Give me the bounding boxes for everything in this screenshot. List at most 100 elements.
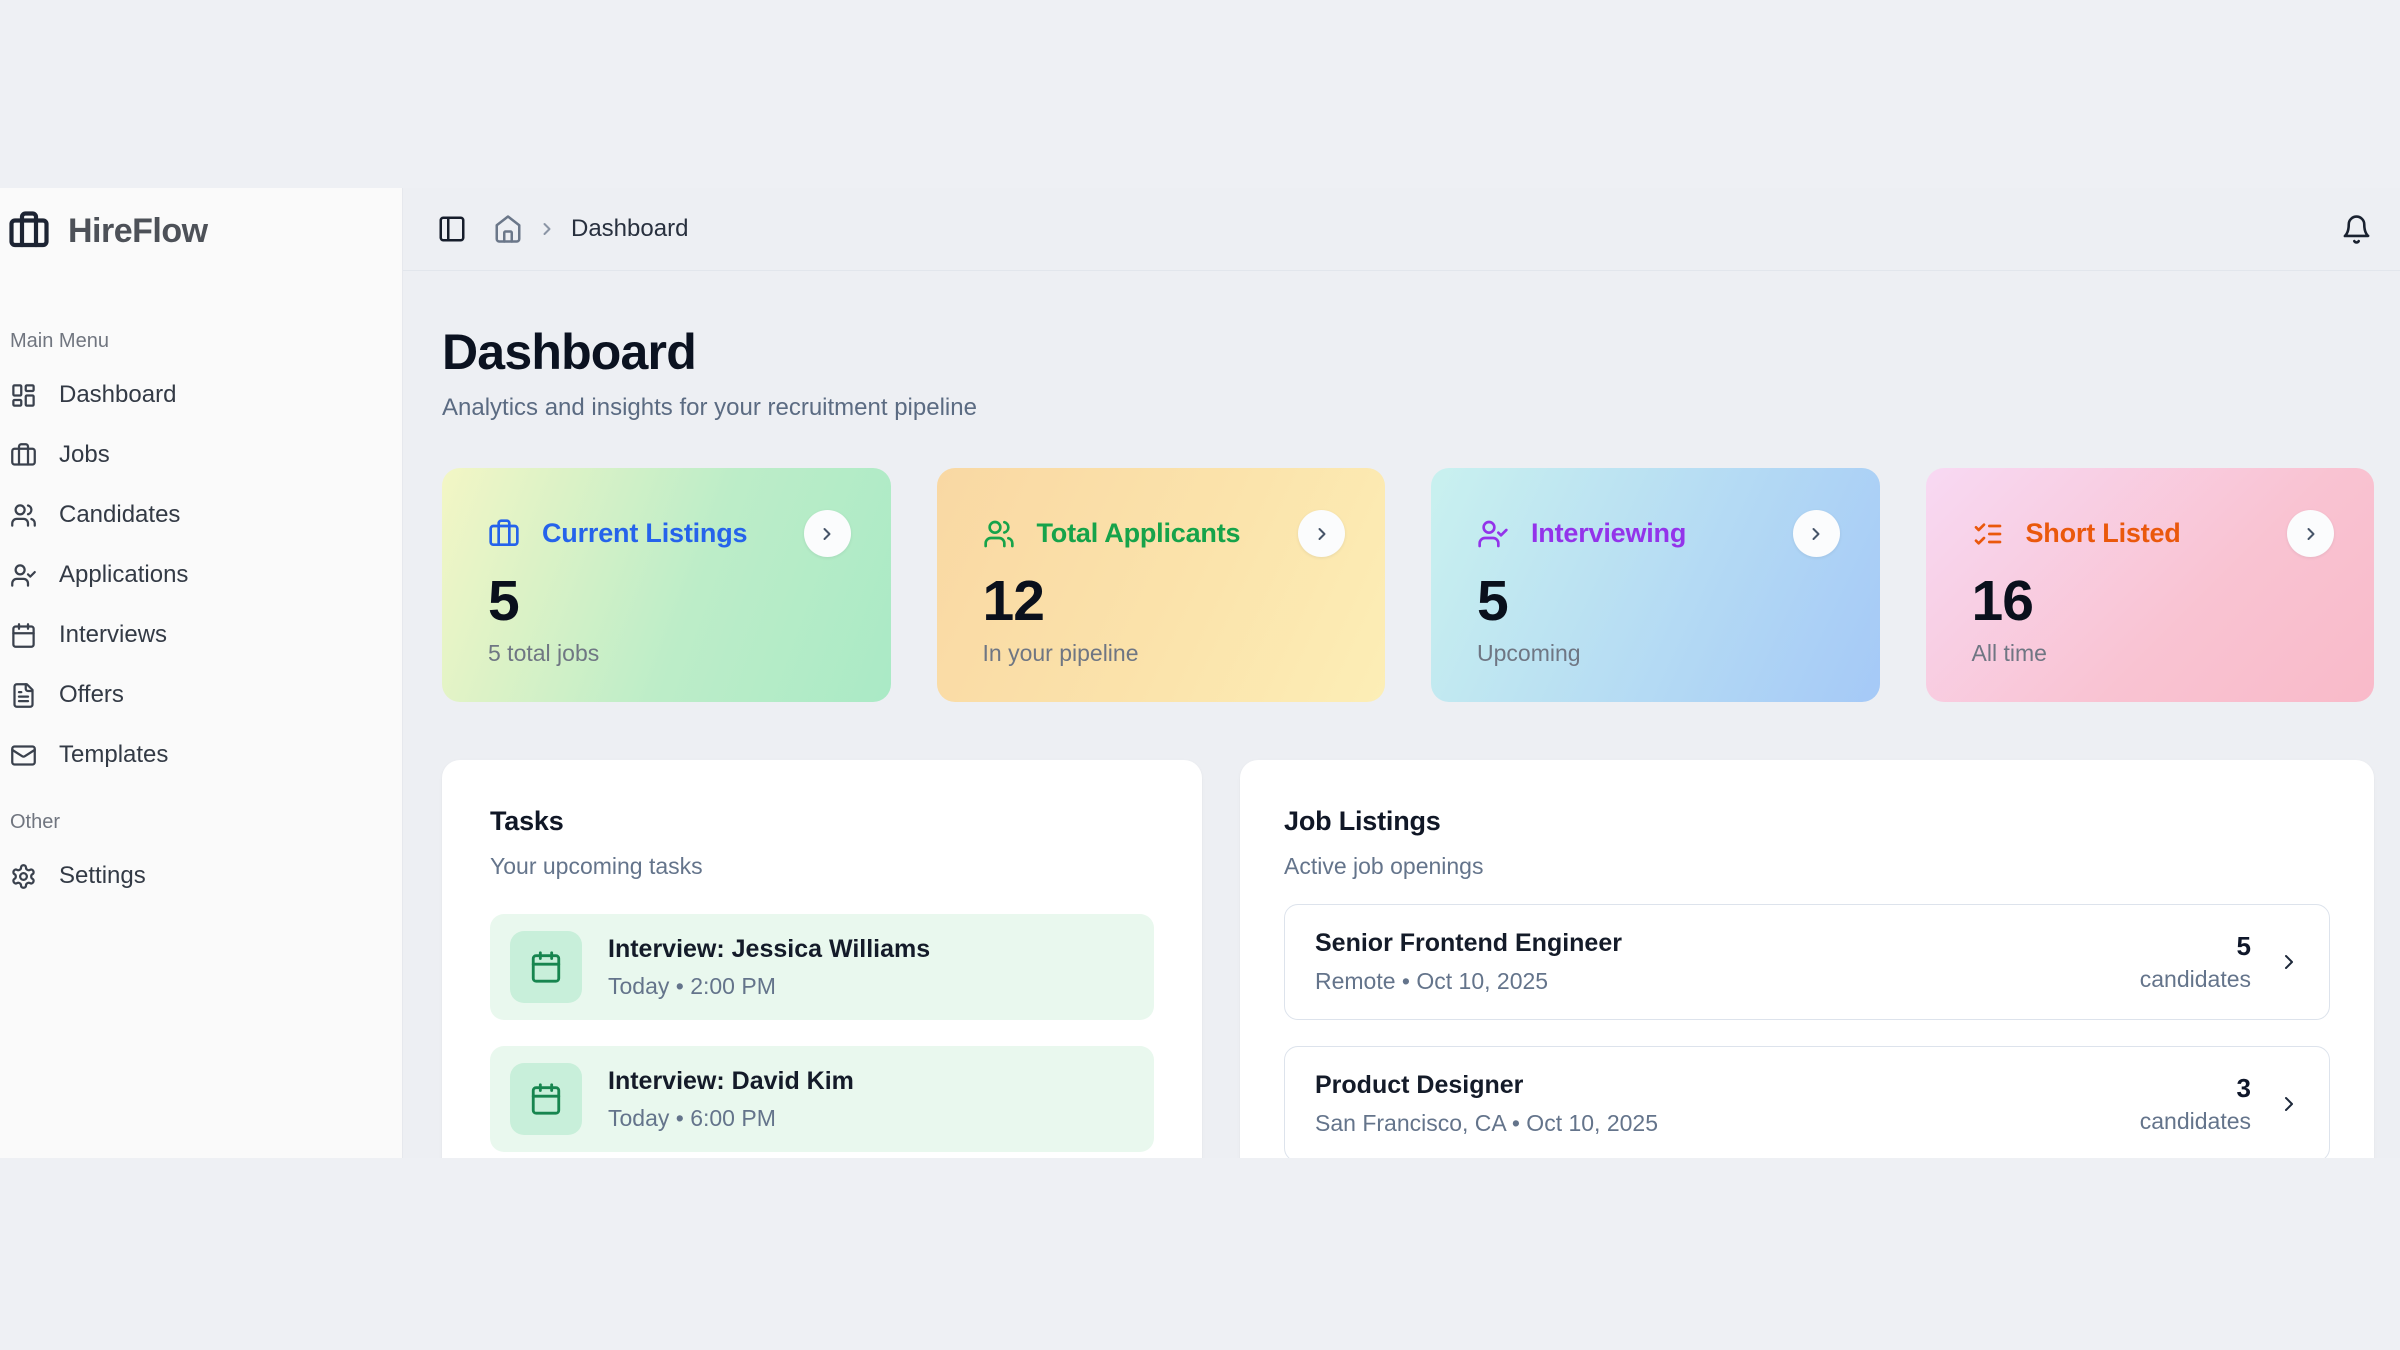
sidebar-item-label: Templates (59, 741, 168, 769)
stat-arrow-button[interactable] (1793, 510, 1840, 557)
job-row[interactable]: Senior Frontend Engineer Remote • Oct 10… (1284, 904, 2330, 1020)
users-icon (983, 518, 1015, 550)
stat-label: Short Listed (2026, 518, 2181, 549)
stat-card-total-applicants[interactable]: Total Applicants 12 In your pipeline (937, 468, 1386, 702)
stat-caption: In your pipeline (983, 639, 1346, 667)
breadcrumb-separator (537, 219, 557, 239)
job-listings-card: Job Listings Active job openings Senior … (1240, 760, 2374, 1158)
job-listings-subtitle: Active job openings (1284, 853, 2330, 880)
chevron-right-icon (537, 219, 557, 239)
job-list: Senior Frontend Engineer Remote • Oct 10… (1284, 904, 2330, 1158)
breadcrumb[interactable]: Dashboard (571, 215, 688, 243)
job-row-right: 3 candidates (2140, 1073, 2301, 1135)
task-list: Interview: Jessica Williams Today • 2:00… (490, 914, 1154, 1152)
page-content: Dashboard Analytics and insights for you… (403, 271, 2400, 1158)
calendar-icon (529, 950, 563, 984)
task-icon-box (510, 931, 582, 1003)
tasks-subtitle: Your upcoming tasks (490, 853, 1154, 880)
task-title: Interview: David Kim (608, 1067, 854, 1096)
sidebar-item-dashboard[interactable]: Dashboard (8, 365, 388, 425)
stat-caption: All time (1972, 639, 2335, 667)
stat-card-header: Short Listed (1972, 510, 2335, 557)
task-time: Today • 2:00 PM (608, 973, 930, 1000)
sidebar-item-label: Dashboard (59, 381, 176, 409)
file-text-icon (10, 682, 37, 709)
tasks-title: Tasks (490, 806, 1154, 837)
chevron-right-icon (2277, 1092, 2301, 1116)
users-icon (10, 502, 37, 529)
stat-arrow-button[interactable] (804, 510, 851, 557)
layout-dashboard-icon (10, 382, 37, 409)
stat-value: 16 (1972, 571, 2335, 631)
breadcrumb-home-link[interactable] (493, 214, 523, 244)
task-item[interactable]: Interview: David Kim Today • 6:00 PM (490, 1046, 1154, 1152)
stat-card-current-listings[interactable]: Current Listings 5 5 total jobs (442, 468, 891, 702)
sidebar-item-label: Offers (59, 681, 124, 709)
job-open-button[interactable] (2277, 950, 2301, 974)
app-window: HireFlow Main Menu Dashboard Jobs Candid… (0, 188, 2400, 1158)
stat-label: Total Applicants (1037, 518, 1241, 549)
list-checks-icon (1972, 518, 2004, 550)
job-title: Product Designer (1315, 1071, 1658, 1100)
sidebar-item-label: Settings (59, 862, 146, 890)
brand-name: HireFlow (68, 212, 208, 251)
stats-row: Current Listings 5 5 total jobs Total Ap… (442, 468, 2374, 702)
sidebar-item-settings[interactable]: Settings (8, 846, 388, 906)
panel-left-icon (437, 214, 467, 244)
stat-value: 12 (983, 571, 1346, 631)
stat-card-interviewing[interactable]: Interviewing 5 Upcoming (1431, 468, 1880, 702)
calendar-icon (10, 622, 37, 649)
chevron-right-icon (817, 524, 837, 544)
job-candidates: 3 candidates (2140, 1073, 2251, 1135)
job-open-button[interactable] (2277, 1092, 2301, 1116)
sidebar: HireFlow Main Menu Dashboard Jobs Candid… (0, 188, 403, 1158)
stat-arrow-button[interactable] (2287, 510, 2334, 557)
sidebar-toggle-button[interactable] (437, 214, 467, 244)
task-time: Today • 6:00 PM (608, 1105, 854, 1132)
sidebar-item-label: Interviews (59, 621, 167, 649)
notifications-button[interactable] (2341, 214, 2372, 245)
tasks-card: Tasks Your upcoming tasks Interview: Jes… (442, 760, 1202, 1158)
brand-logo: HireFlow (8, 208, 388, 254)
job-candidates: 5 candidates (2140, 931, 2251, 993)
sidebar-item-jobs[interactable]: Jobs (8, 425, 388, 485)
sidebar-item-templates[interactable]: Templates (8, 725, 388, 785)
job-title: Senior Frontend Engineer (1315, 929, 1622, 958)
stat-value: 5 (1477, 571, 1840, 631)
job-candidate-count: 3 (2140, 1073, 2251, 1104)
job-meta: San Francisco, CA • Oct 10, 2025 (1315, 1110, 1658, 1137)
user-check-icon (10, 562, 37, 589)
stat-card-short-listed[interactable]: Short Listed 16 All time (1926, 468, 2375, 702)
user-check-icon (1477, 518, 1509, 550)
nav-section-label: Main Menu (8, 330, 388, 353)
briefcase-icon (8, 210, 50, 252)
other-menu: Settings (8, 846, 388, 906)
gear-icon (10, 863, 37, 890)
task-item[interactable]: Interview: Jessica Williams Today • 2:00… (490, 914, 1154, 1020)
mail-icon (10, 742, 37, 769)
page-title: Dashboard (442, 325, 2374, 380)
stat-card-header: Current Listings (488, 510, 851, 557)
sidebar-item-interviews[interactable]: Interviews (8, 605, 388, 665)
sidebar-item-label: Applications (59, 561, 188, 589)
stat-arrow-button[interactable] (1298, 510, 1345, 557)
stat-label: Interviewing (1531, 518, 1686, 549)
stat-value: 5 (488, 571, 851, 631)
chevron-right-icon (1312, 524, 1332, 544)
sidebar-item-candidates[interactable]: Candidates (8, 485, 388, 545)
job-candidate-label: candidates (2140, 1108, 2251, 1135)
job-row[interactable]: Product Designer San Francisco, CA • Oct… (1284, 1046, 2330, 1158)
topbar: Dashboard (403, 188, 2400, 271)
stat-caption: 5 total jobs (488, 639, 851, 667)
briefcase-icon (10, 442, 37, 469)
sidebar-item-applications[interactable]: Applications (8, 545, 388, 605)
chevron-right-icon (2277, 950, 2301, 974)
job-meta: Remote • Oct 10, 2025 (1315, 968, 1622, 995)
sidebar-item-label: Candidates (59, 501, 180, 529)
nav-section-label: Other (8, 811, 388, 834)
page-subtitle: Analytics and insights for your recruitm… (442, 392, 2374, 424)
job-listings-title: Job Listings (1284, 806, 2330, 837)
stat-card-header: Total Applicants (983, 510, 1346, 557)
sidebar-item-offers[interactable]: Offers (8, 665, 388, 725)
stat-label: Current Listings (542, 518, 747, 549)
